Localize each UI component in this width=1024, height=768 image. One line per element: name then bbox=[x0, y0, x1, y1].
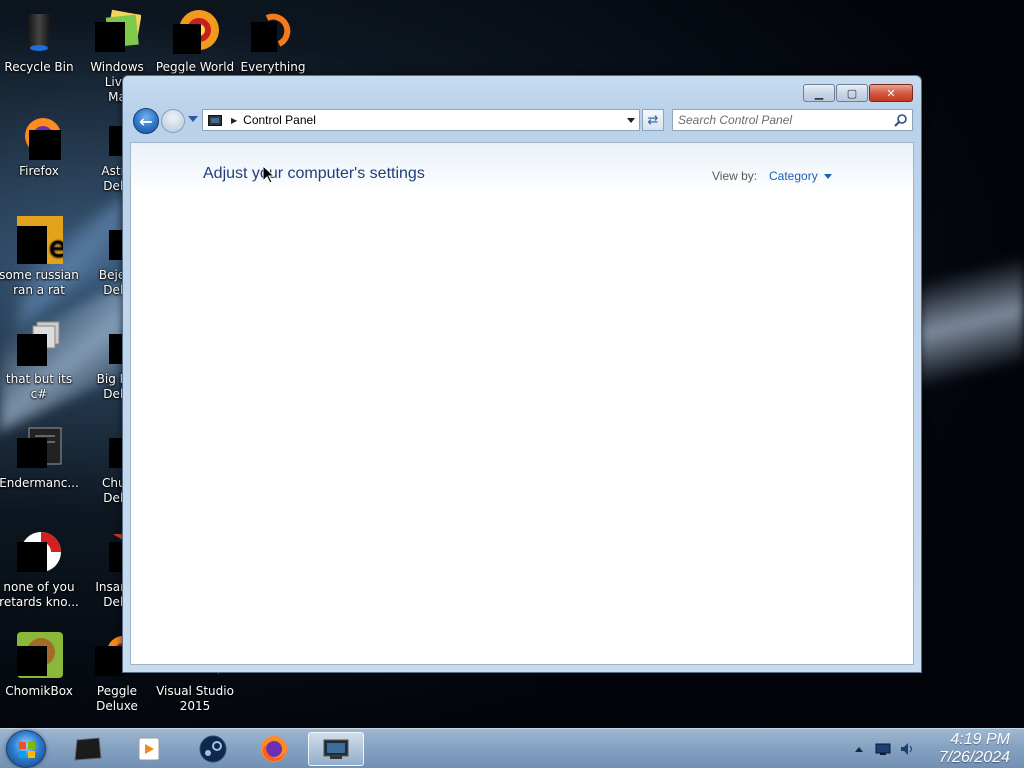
forward-button[interactable] bbox=[161, 109, 185, 133]
taskbar-cmd-window[interactable] bbox=[60, 732, 116, 766]
clock-time: 4:19 PM bbox=[950, 731, 1010, 748]
taskbar: 4:19 PM 7/26/2024 bbox=[0, 728, 1024, 768]
search-everything-icon bbox=[249, 8, 297, 56]
minimize-button[interactable]: ▁ bbox=[803, 84, 835, 102]
refresh-icon: ⇄ bbox=[647, 112, 659, 128]
desktop-icon-label: Peggle Deluxe bbox=[96, 684, 138, 713]
desktop-icon-label: Endermanc... bbox=[0, 476, 79, 490]
app-icon bbox=[15, 528, 63, 576]
breadcrumb-control-panel[interactable]: Control Panel bbox=[243, 113, 316, 127]
refresh-button[interactable]: ⇄ bbox=[642, 109, 664, 131]
recent-pages-dropdown-icon[interactable] bbox=[188, 116, 198, 122]
show-hidden-icons-icon[interactable] bbox=[854, 746, 863, 752]
system-tray: 4:19 PM 7/26/2024 bbox=[854, 729, 1016, 768]
control-panel-icon bbox=[323, 739, 349, 759]
desktop-icon-recycle-bin[interactable]: Recycle Bin bbox=[0, 8, 79, 75]
address-bar[interactable]: ▶ Control Panel bbox=[202, 109, 640, 131]
back-button[interactable]: ← bbox=[133, 108, 159, 134]
steam-icon bbox=[199, 735, 227, 763]
taskbar-steam[interactable] bbox=[185, 732, 241, 766]
maximize-button[interactable]: ▢ bbox=[836, 84, 868, 102]
firefox-icon bbox=[261, 736, 287, 762]
desktop-icon-firefox[interactable]: Firefox bbox=[0, 112, 79, 179]
clock-date: 7/26/2024 bbox=[938, 749, 1010, 766]
control-panel-icon bbox=[208, 114, 222, 126]
desktop-icon-label: ChomikBox bbox=[5, 684, 73, 698]
volume-icon[interactable] bbox=[899, 742, 915, 756]
navigation-bar: ← ▶ Control Panel ⇄ bbox=[131, 107, 913, 135]
app-icon bbox=[15, 320, 63, 368]
view-by-dropdown[interactable]: Category bbox=[769, 169, 832, 183]
mail-icon bbox=[93, 8, 142, 56]
cmd-window-icon bbox=[74, 737, 102, 761]
svg-text:e: e bbox=[49, 230, 63, 263]
breadcrumb-separator-icon[interactable]: ▶ bbox=[231, 116, 237, 125]
app-icon bbox=[15, 632, 63, 680]
media-player-icon bbox=[138, 737, 160, 761]
firefox-icon bbox=[15, 112, 63, 160]
address-dropdown-icon[interactable] bbox=[627, 118, 635, 123]
desktop-icon-label: none of you retards kno... bbox=[0, 580, 79, 609]
desktop-icon-that-but-its-csharp[interactable]: that but its c# bbox=[0, 320, 79, 402]
back-arrow-icon: ← bbox=[139, 111, 153, 131]
view-by-value[interactable]: Category bbox=[769, 169, 818, 183]
network-icon[interactable] bbox=[875, 742, 891, 756]
search-icon[interactable] bbox=[894, 113, 908, 127]
start-button[interactable] bbox=[6, 730, 46, 768]
recycle-bin-icon bbox=[15, 8, 63, 56]
search-box[interactable] bbox=[672, 109, 913, 131]
app-icon bbox=[15, 424, 63, 472]
window-controls: ▁ ▢ ✕ bbox=[803, 84, 913, 102]
chevron-down-icon bbox=[823, 173, 832, 179]
control-panel-window: ▁ ▢ ✕ ← ▶ Control Panel ⇄ Adjust your co… bbox=[122, 75, 922, 673]
desktop-icon-label: Peggle World bbox=[155, 60, 235, 74]
desktop-icon-everything[interactable]: Everything bbox=[233, 8, 313, 75]
desktop-icon-label: Firefox bbox=[19, 164, 59, 178]
windows-logo-icon bbox=[19, 742, 35, 758]
desktop-icon-label: some russian ran a rat bbox=[0, 268, 79, 297]
taskbar-firefox[interactable] bbox=[246, 732, 302, 766]
desktop-icon-label: Visual Studio 2015 bbox=[156, 684, 234, 713]
control-panel-content: Adjust your computer's settings View by:… bbox=[130, 142, 914, 665]
close-button[interactable]: ✕ bbox=[869, 84, 913, 102]
peggle-icon bbox=[171, 8, 219, 56]
view-by-label: View by: bbox=[712, 169, 758, 183]
taskbar-clock[interactable]: 4:19 PM 7/26/2024 bbox=[939, 731, 1010, 767]
desktop-icon-label: that but its c# bbox=[5, 372, 73, 401]
desktop-icon-none-of-you[interactable]: none of you retards kno... bbox=[0, 528, 79, 610]
desktop-icon-some-russian-ran-a-rat[interactable]: e some russian ran a rat bbox=[0, 216, 79, 298]
desktop-icon-endermanc[interactable]: Endermanc... bbox=[0, 424, 79, 491]
taskbar-media-player[interactable] bbox=[121, 732, 177, 766]
desktop-icon-label: Recycle Bin bbox=[4, 60, 74, 74]
desktop-icon-label: Everything bbox=[240, 60, 306, 74]
taskbar-control-panel[interactable] bbox=[308, 732, 364, 766]
search-input[interactable] bbox=[678, 111, 888, 129]
page-title: Adjust your computer's settings bbox=[203, 165, 425, 182]
desktop-icon-chomikbox[interactable]: ChomikBox bbox=[0, 632, 79, 699]
app-icon: e bbox=[15, 216, 66, 264]
desktop-icon-peggle-world[interactable]: Peggle World bbox=[155, 8, 235, 75]
